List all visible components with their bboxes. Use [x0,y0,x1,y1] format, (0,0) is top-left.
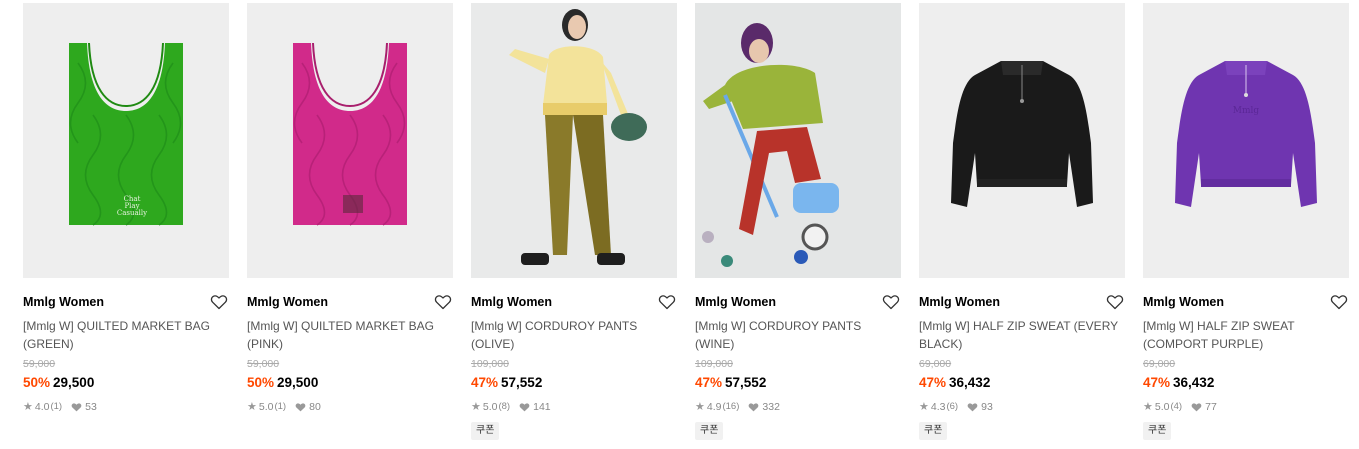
original-price: 59,000 [23,358,56,370]
svg-text:Mmlg: Mmlg [1233,106,1260,116]
brand-name[interactable]: Mmlg Women [919,295,1000,309]
sale-price: 29,500 [277,375,319,390]
heart-filled-icon [519,402,530,412]
like-count: 77 [1205,401,1217,413]
pink-quilted-bag-illustration [247,3,453,278]
discount-rate: 47% [695,375,723,390]
like-count: 93 [981,401,993,413]
heart-outline-icon[interactable] [209,292,229,312]
model-olive-corduroy-photo [471,3,677,278]
star-icon: ★ [695,401,705,413]
green-quilted-bag-illustration: Chat Play Casually [23,3,229,278]
product-image-green-quilted-bag[interactable]: Chat Play Casually [23,3,229,278]
brand-name[interactable]: Mmlg Women [695,295,776,309]
star-icon: ★ [1143,401,1153,413]
product-card[interactable]: Mmlg Women [Mmlg W] CORDUROY PANTS (OLIV… [471,3,677,440]
model-wine-corduroy-photo [695,3,901,278]
sale-price: 57,552 [725,375,767,390]
original-price: 109,000 [471,358,509,370]
rating: 4.3 [930,401,946,413]
heart-outline-icon[interactable] [433,292,453,312]
sale-price: 29,500 [53,375,95,390]
heart-outline-icon[interactable] [1105,292,1125,312]
coupon-badge: 쿠폰 [919,422,948,440]
review-count: (6) [946,401,959,412]
discount-rate: 47% [1143,375,1171,390]
heart-filled-icon [967,402,978,412]
heart-outline-icon[interactable] [657,292,677,312]
discount-rate: 47% [471,375,499,390]
product-name[interactable]: [Mmlg W] CORDUROY PANTS (OLIVE) [471,317,677,353]
purple-half-zip-sweat-illustration: Mmlg [1143,3,1349,278]
original-price: 69,000 [919,358,952,370]
review-count: (8) [498,401,511,412]
review-count: (16) [722,401,740,412]
review-stats: ★ 5.0 (8) 141 [471,400,677,414]
product-image-black-half-zip-sweat[interactable] [919,3,1125,278]
svg-text:Casually: Casually [117,209,147,217]
product-image-pink-quilted-bag[interactable] [247,3,453,278]
brand-name[interactable]: Mmlg Women [23,295,104,309]
product-card[interactable]: Chat Play Casually Mmlg Women [Mmlg W] Q… [23,3,229,414]
product-image-model-olive-corduroy[interactable] [471,3,677,278]
brand-name[interactable]: Mmlg Women [1143,295,1224,309]
product-name[interactable]: [Mmlg W] HALF ZIP SWEAT (EVERY BLACK) [919,317,1125,353]
heart-outline-icon[interactable] [881,292,901,312]
like-count: 332 [762,401,780,413]
heart-filled-icon [1191,402,1202,412]
star-icon: ★ [247,401,257,413]
review-stats: ★ 4.3 (6) 93 [919,400,1125,414]
coupon-badge: 쿠폰 [695,422,724,440]
review-stats: ★ 5.0 (1) 80 [247,400,453,414]
product-name[interactable]: [Mmlg W] QUILTED MARKET BAG (PINK) [247,317,453,353]
original-price: 69,000 [1143,358,1176,370]
coupon-badge: 쿠폰 [471,422,500,440]
rating: 4.9 [706,401,722,413]
rating: 4.0 [34,401,50,413]
rating: 5.0 [258,401,274,413]
product-image-purple-half-zip-sweat[interactable]: Mmlg [1143,3,1349,278]
product-card[interactable]: Mmlg Mmlg Women [Mmlg W] HALF ZIP SWEAT … [1143,3,1349,440]
review-stats: ★ 4.9 (16) 332 [695,400,901,414]
brand-name[interactable]: Mmlg Women [471,295,552,309]
review-stats: ★ 5.0 (4) 77 [1143,400,1349,414]
like-count: 141 [533,401,551,413]
heart-filled-icon [71,402,82,412]
sale-price: 57,552 [501,375,543,390]
black-half-zip-sweat-illustration [919,3,1125,278]
original-price: 59,000 [247,358,280,370]
heart-filled-icon [748,402,759,412]
heart-filled-icon [295,402,306,412]
review-count: (1) [50,401,63,412]
original-price: 109,000 [695,358,733,370]
coupon-badge: 쿠폰 [1143,422,1172,440]
discount-rate: 47% [919,375,947,390]
review-count: (1) [274,401,287,412]
heart-outline-icon[interactable] [1329,292,1349,312]
product-name[interactable]: [Mmlg W] HALF ZIP SWEAT (COMPORT PURPLE) [1143,317,1349,353]
discount-rate: 50% [23,375,51,390]
rating: 5.0 [1154,401,1170,413]
product-name[interactable]: [Mmlg W] QUILTED MARKET BAG (GREEN) [23,317,229,353]
brand-name[interactable]: Mmlg Women [247,295,328,309]
product-card[interactable]: Mmlg Women [Mmlg W] HALF ZIP SWEAT (EVER… [919,3,1125,440]
product-card[interactable]: Mmlg Women [Mmlg W] CORDUROY PANTS (WINE… [695,3,901,440]
sale-price: 36,432 [1173,375,1215,390]
product-grid: Chat Play Casually Mmlg Women [Mmlg W] Q… [0,0,1359,449]
star-icon: ★ [23,401,33,413]
product-name[interactable]: [Mmlg W] CORDUROY PANTS (WINE) [695,317,901,353]
sale-price: 36,432 [949,375,991,390]
review-count: (4) [1170,401,1183,412]
like-count: 53 [85,401,97,413]
discount-rate: 50% [247,375,275,390]
review-stats: ★ 4.0 (1) 53 [23,400,229,414]
star-icon: ★ [919,401,929,413]
rating: 5.0 [482,401,498,413]
like-count: 80 [309,401,321,413]
star-icon: ★ [471,401,481,413]
product-image-model-wine-corduroy[interactable] [695,3,901,278]
product-card[interactable]: Mmlg Women [Mmlg W] QUILTED MARKET BAG (… [247,3,453,414]
